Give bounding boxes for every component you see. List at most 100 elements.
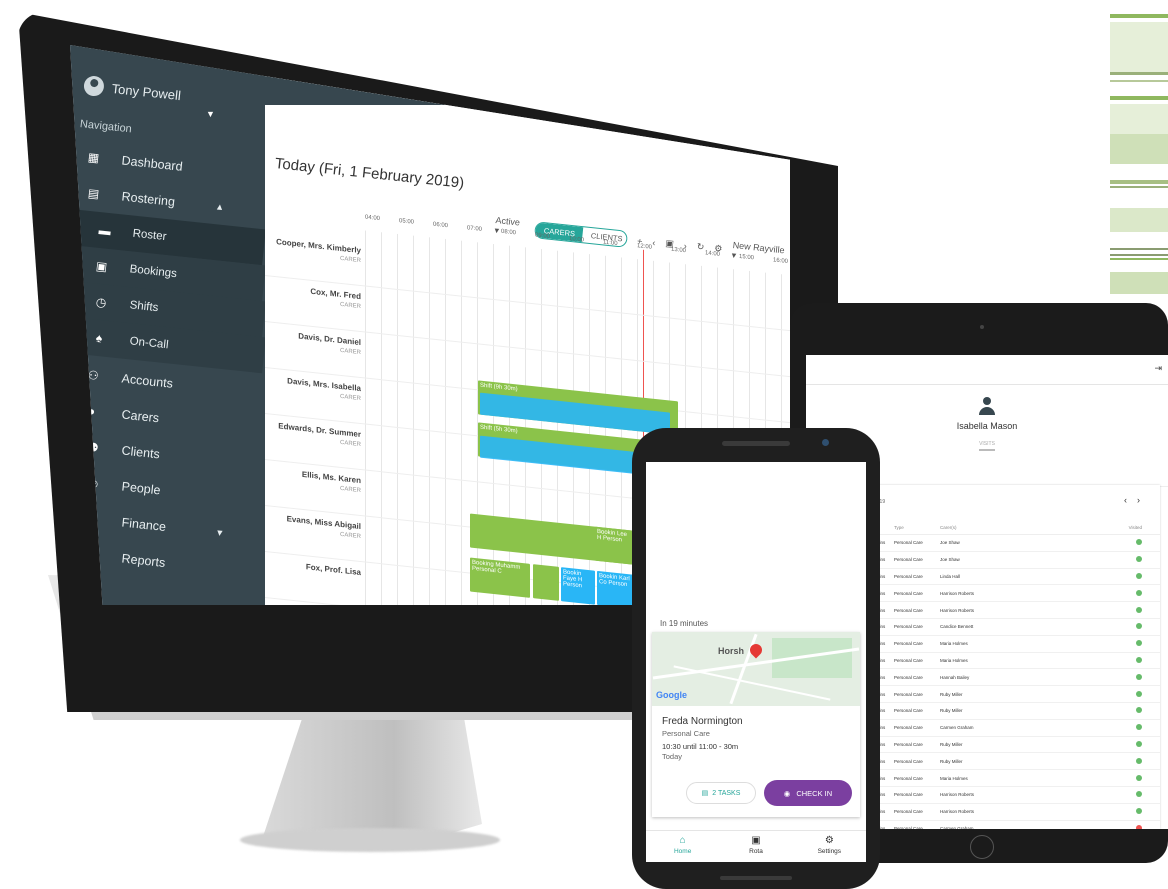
check-circle-icon xyxy=(1136,623,1142,630)
table-row[interactable]: 0 minsPersonal CareCarmen Graham xyxy=(870,821,1160,829)
tablet-camera xyxy=(980,325,984,329)
visit-card[interactable]: Horsh Google Freda Normington Personal C… xyxy=(652,632,860,817)
booking-block[interactable] xyxy=(533,564,559,601)
visit-type: Personal Care xyxy=(894,775,923,781)
hour-label: 14:00 xyxy=(705,250,721,258)
visited-status xyxy=(1090,539,1160,546)
visit-type: Personal Care xyxy=(894,809,923,815)
sidebar-item-label: Bookings xyxy=(129,263,178,281)
nav-section-label: Navigation xyxy=(79,118,133,136)
calendar-day-icon: ▣ xyxy=(95,258,108,274)
table-row[interactable]: 0 minsPersonal CareCarmen Graham xyxy=(870,720,1160,737)
hour-label: 05:00 xyxy=(399,218,415,226)
visit-type: Personal Care xyxy=(894,708,923,714)
chevron-right-icon[interactable]: › xyxy=(1137,495,1150,505)
table-row[interactable]: 0 minsPersonal CareRuby Miller xyxy=(870,753,1160,771)
sidebar-item-label: Reports xyxy=(120,551,166,570)
phone-speaker xyxy=(722,441,790,446)
visits-card-header: 2019 ‹› xyxy=(870,485,1160,521)
chevron-down-icon[interactable]: ▼ xyxy=(206,109,215,119)
table-row[interactable]: 5 minsPersonal CareCandice Bennett xyxy=(870,619,1160,636)
tab-visits[interactable]: VISITS xyxy=(979,441,995,451)
check-circle-icon xyxy=(1136,556,1142,563)
booking-block[interactable]: Booking Muhamm Personal C xyxy=(470,557,530,598)
visited-status xyxy=(1090,606,1160,614)
visits-card: 2019 ‹› Type Carer(s) Visited 5 minsPers… xyxy=(870,485,1160,829)
table-row[interactable]: 0 minsPersonal CareJoe Shaw xyxy=(870,552,1160,569)
check-circle-icon xyxy=(1136,724,1142,731)
chevron-left-icon[interactable]: ‹ xyxy=(1124,495,1137,505)
user-menu[interactable]: Tony Powell xyxy=(82,75,182,105)
carer-name[interactable]: Fox, Prof. Lisa xyxy=(269,558,361,578)
visited-status xyxy=(1090,656,1160,664)
booking-block[interactable]: Bookin Faye H Person xyxy=(561,567,595,605)
tablet-app-bar: ⇥ xyxy=(806,355,1168,385)
visit-map[interactable]: Horsh Google xyxy=(652,632,860,706)
sidebar-item-label: On-Call xyxy=(129,335,170,352)
visited-status xyxy=(1090,690,1160,698)
carer-name[interactable]: Evans, Miss Abigail CARER xyxy=(269,512,361,542)
phone-camera xyxy=(822,439,829,446)
table-row[interactable]: 0 minsPersonal CareMaria Holmes xyxy=(870,636,1160,653)
table-row[interactable]: 5 minsPersonal CareJoe Shaw xyxy=(870,535,1160,552)
check-circle-icon xyxy=(1136,757,1142,764)
clock-icon: ◷ xyxy=(95,294,108,310)
table-row[interactable]: 5 minsPersonal CareHarrison Roberts xyxy=(870,787,1160,804)
carer-role: CARER xyxy=(339,255,361,265)
visit-type: Personal Care xyxy=(894,792,923,798)
visited-status xyxy=(1090,774,1160,782)
sidebar-item-label: People xyxy=(120,479,162,498)
table-row[interactable]: 5 minsPersonal CareMaria Holmes xyxy=(870,770,1160,787)
carer-name[interactable]: Cooper, Mrs. Kimberly CARER xyxy=(269,236,361,266)
visit-carer: Harrison Roberts xyxy=(940,809,975,815)
period-nav: ‹› xyxy=(1124,495,1150,505)
nav-rota[interactable]: ▣ Rota xyxy=(719,831,792,862)
table-row[interactable]: 0 minsPersonal CareHannah Bailey xyxy=(870,669,1160,687)
table-row[interactable]: 5 minsPersonal CareMaria Holmes xyxy=(870,653,1160,670)
carer-name[interactable]: Edwards, Dr. Summer CARER xyxy=(269,420,361,450)
nav-settings[interactable]: ⚙ Settings xyxy=(793,831,866,862)
check-circle-icon xyxy=(1136,589,1142,596)
dashboard-icon: ▦ xyxy=(87,149,100,166)
check-circle-icon xyxy=(1136,640,1142,647)
carer-role: CARER xyxy=(339,439,361,449)
tasks-label: 2 TASKS xyxy=(712,789,741,797)
check-circle-icon xyxy=(1136,690,1142,697)
check-in-button[interactable]: ◉ CHECK IN xyxy=(764,780,852,806)
roster-icon: ▬ xyxy=(98,223,112,239)
table-row[interactable]: 0 minsPersonal CareHarrison Roberts xyxy=(870,804,1160,821)
table-row[interactable]: 0 minsPersonal CareRuby Miller xyxy=(870,686,1160,703)
table-row[interactable]: 0 minsPersonal CareRuby Miller xyxy=(870,703,1160,720)
visit-type: Personal Care xyxy=(894,741,923,747)
sidebar-item-label: Clients xyxy=(120,443,161,462)
carer-name[interactable]: Cox, Mr. Fred CARER xyxy=(269,282,361,312)
carer-role: CARER xyxy=(339,347,361,357)
carer-name[interactable]: Davis, Mrs. Isabella CARER xyxy=(269,374,361,404)
table-row[interactable]: 0 minsPersonal CareRuby Miller xyxy=(870,737,1160,754)
decorative-stripes xyxy=(1110,0,1168,300)
carer-name[interactable]: Ellis, Ms. Karen CARER xyxy=(269,466,361,496)
bottom-nav: ⌂ Home ▣ Rota ⚙ Settings xyxy=(646,830,866,862)
tasks-button[interactable]: ▤ 2 TASKS xyxy=(686,782,756,804)
visit-type: Personal Care xyxy=(894,557,923,563)
table-row[interactable]: 0 minsPersonal CareHarrison Roberts xyxy=(870,602,1160,619)
table-row[interactable]: 5 minsPersonal CareHarrison Roberts xyxy=(870,585,1160,603)
booking-block[interactable]: Bookin Lee H Person xyxy=(595,526,635,565)
sidebar-item-label: Shifts xyxy=(129,299,159,315)
nav-home[interactable]: ⌂ Home xyxy=(646,831,719,862)
booking-block[interactable]: Bookin Karl Co Person xyxy=(597,570,637,605)
avatar xyxy=(82,75,105,98)
table-row[interactable]: 0 minsPersonal CareLinda Hall xyxy=(870,569,1160,586)
home-icon: ⌂ xyxy=(679,835,686,846)
visited-status xyxy=(1090,791,1160,798)
tablet-home-button[interactable] xyxy=(970,835,994,859)
sidebar-item-label: Accounts xyxy=(120,371,174,391)
clipboard-icon: ▤ xyxy=(701,790,709,797)
carer-name[interactable]: Davis, Dr. Daniel CARER xyxy=(269,328,361,358)
visit-carer: Candice Bennett xyxy=(940,624,974,630)
marketing-device-mockup: Tony Powell ▼ Navigation ▦ Dashboard ▤ R… xyxy=(0,0,1168,889)
carer-role: CARER xyxy=(339,485,361,495)
logout-icon[interactable]: ⇥ xyxy=(1154,363,1162,374)
visit-carer: Maria Holmes xyxy=(940,775,968,781)
visit-type: Personal Care xyxy=(894,825,923,829)
